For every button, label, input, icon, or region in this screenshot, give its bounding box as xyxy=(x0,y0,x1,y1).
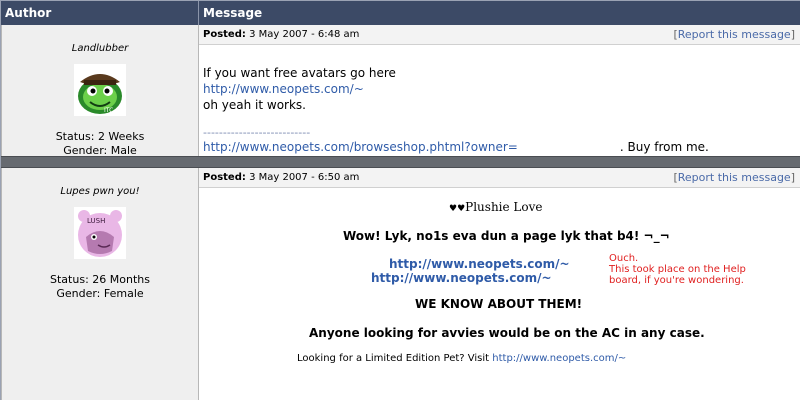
author-status: Status: 2 Weeks xyxy=(55,130,145,143)
author-column-header: Author xyxy=(1,1,199,25)
posted-date: 3 May 2007 - 6:50 am xyxy=(249,172,360,183)
author-cell: Landlubber ITC Status: 2 Weeks Gender: M… xyxy=(1,25,199,157)
plushie-love-title: ♥♥Plushie Love xyxy=(449,200,543,214)
pirate-frog-avatar-icon: ITC xyxy=(74,64,126,116)
message-line: If you want free avatars go here xyxy=(203,66,396,80)
post-body: ♥♥Plushie Love Wow! Lyk, no1s eva dun a … xyxy=(199,188,800,400)
author-cell: Lupes pwn you! LUSH Status: 26 Months Ge… xyxy=(1,168,199,400)
signature-separator: --------------------------- xyxy=(203,126,311,139)
anyone-line: Anyone looking for avvies would be on th… xyxy=(309,326,705,340)
post-separator xyxy=(1,156,800,168)
post-2: Lupes pwn you! LUSH Status: 26 Months Ge… xyxy=(1,168,800,400)
neopets-link[interactable]: http://www.neopets.com/~ xyxy=(203,81,800,97)
we-know-line: WE KNOW ABOUT THEM! xyxy=(415,297,583,311)
neopets-link[interactable]: http://www.neopets.com/~ xyxy=(389,257,570,271)
report-message-link[interactable]: Report this message xyxy=(678,28,791,41)
message-cell: Posted: 3 May 2007 - 6:48 am [Report thi… xyxy=(199,25,800,156)
hearts-icon: ♥♥ xyxy=(449,204,466,214)
author-name[interactable]: Landlubber xyxy=(2,43,198,54)
post-1: Landlubber ITC Status: 2 Weeks Gender: M… xyxy=(1,25,800,157)
post-header: Posted: 3 May 2007 - 6:48 am [Report thi… xyxy=(199,25,800,45)
svg-text:ITC: ITC xyxy=(104,107,113,114)
post-header: Posted: 3 May 2007 - 6:50 am [Report thi… xyxy=(199,168,800,188)
ouch-detail: This took place on the Help board, if yo… xyxy=(609,264,746,286)
author-status: Status: 26 Months xyxy=(50,273,150,286)
posted-label: Posted: xyxy=(203,172,246,183)
wow-line: Wow! Lyk, no1s eva dun a page lyk that b… xyxy=(343,229,670,243)
posted-label: Posted: xyxy=(203,29,246,40)
plushie-title-text: Plushie Love xyxy=(465,200,543,214)
shop-link[interactable]: http://www.neopets.com/browseshop.phtml?… xyxy=(203,139,518,155)
forum-thread: Author Message Landlubber ITC Status: 2 … xyxy=(0,0,800,400)
svg-text:LUSH: LUSH xyxy=(87,217,105,225)
shop-suffix: . Buy from me. xyxy=(619,140,709,154)
post-body: If you want free avatars go here http://… xyxy=(199,45,800,155)
neopets-link[interactable]: http://www.neopets.com/~ xyxy=(371,271,552,285)
plushie-lupe-avatar-icon: LUSH xyxy=(74,207,126,259)
report-container: [Report this message] xyxy=(673,28,795,41)
signature-line: Looking for a Limited Edition Pet? Visit… xyxy=(297,353,626,364)
ouch-note: Ouch. This took place on the Help board,… xyxy=(609,253,779,286)
posted-date: 3 May 2007 - 6:48 am xyxy=(249,29,360,40)
ouch-line: Ouch. xyxy=(609,253,639,264)
limited-text: Looking for a Limited Edition Pet? Visit xyxy=(297,353,490,364)
report-message-link[interactable]: Report this message xyxy=(678,171,791,184)
message-column-header: Message xyxy=(199,1,800,25)
author-name[interactable]: Lupes pwn you! xyxy=(2,186,198,197)
author-gender: Gender: Female xyxy=(56,287,144,300)
report-container: [Report this message] xyxy=(673,171,795,184)
message-line: oh yeah it works. xyxy=(203,98,306,112)
message-cell: Posted: 3 May 2007 - 6:50 am [Report thi… xyxy=(199,168,800,400)
neopets-link[interactable]: http://www.neopets.com/~ xyxy=(492,353,626,364)
